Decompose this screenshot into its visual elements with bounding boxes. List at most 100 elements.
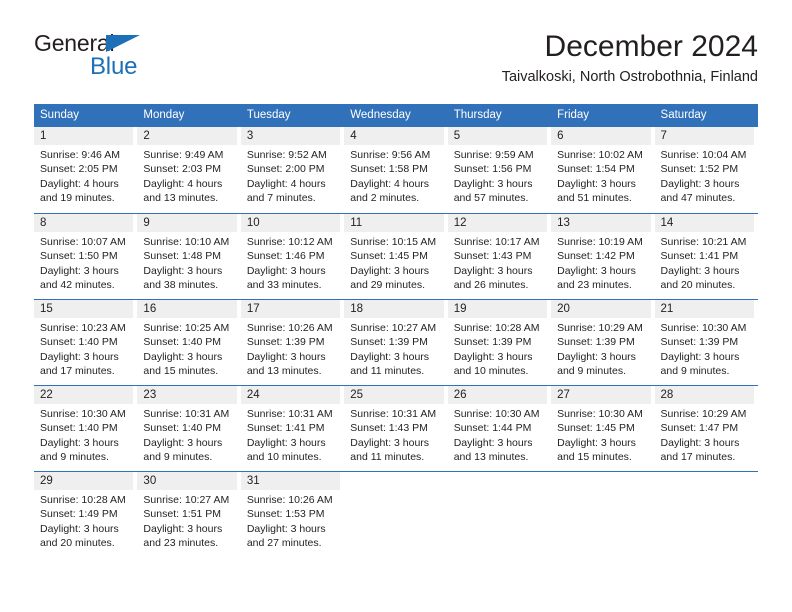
daylight-text-line2: and 51 minutes.: [557, 192, 632, 205]
day-cell[interactable]: 18 Sunrise: 10:27 AM Sunset: 1:39 PM Daylig…: [344, 300, 447, 385]
page-title: December 2024: [544, 30, 758, 63]
sunset-text: Sunset: 1:51 PM: [143, 508, 222, 521]
day-number: [448, 472, 547, 490]
day-cell[interactable]: 13 Sunrise: 10:19 AM Sunset: 1:42 PM Daylig…: [551, 214, 654, 299]
sunset-text: Sunset: 1:52 PM: [660, 163, 739, 176]
daylight-text-line1: Daylight: 3 hours: [40, 522, 119, 535]
day-cell[interactable]: 1 Sunrise: 9:46 AM Sunset: 2:05 PM Daylight…: [34, 127, 137, 213]
day-number: 7: [654, 127, 754, 145]
weekday-header-thursday: Thursday: [453, 109, 502, 121]
day-number: 13: [551, 214, 651, 232]
day-number: 8: [34, 214, 134, 232]
daylight-text-line2: and 9 minutes.: [660, 365, 730, 378]
daylight-text-line2: and 13 minutes.: [246, 365, 322, 378]
sunrise-text: Sunrise: 10:17 AM: [453, 236, 540, 248]
day-number: [344, 472, 443, 490]
sunset-text: Sunset: 1:49 PM: [40, 508, 118, 521]
day-cell[interactable]: 11 Sunrise: 10:15 AM Sunset: 1:45 PM Daylig…: [344, 214, 447, 299]
sunset-text: Sunset: 1:56 PM: [453, 163, 532, 176]
daylight-text-line2: and 7 minutes.: [246, 192, 316, 205]
day-cell[interactable]: 4 Sunrise: 9:56 AM Sunset: 1:58 PM Daylight…: [344, 127, 447, 213]
daylight-text-line2: and 17 minutes.: [660, 451, 736, 464]
daylight-text-line2: and 11 minutes.: [350, 365, 425, 378]
day-cell[interactable]: 14 Sunrise: 10:21 AM Sunset: 1:41 PM Daylig…: [654, 214, 758, 299]
day-cell[interactable]: 28 Sunrise: 10:29 AM Sunset: 1:47 PM Daylig…: [654, 386, 758, 471]
day-cell[interactable]: 21 Sunrise: 10:30 AM Sunset: 1:39 PM Daylig…: [654, 300, 758, 385]
day-cell[interactable]: 12 Sunrise: 10:17 AM Sunset: 1:43 PM Daylig…: [447, 214, 551, 299]
sunset-text: Sunset: 1:45 PM: [350, 250, 428, 263]
day-cell[interactable]: 6 Sunrise: 10:02 AM Sunset: 1:54 PM Dayligh…: [551, 127, 654, 213]
daylight-text-line1: Daylight: 4 hours: [350, 177, 430, 190]
daylight-text-line1: Daylight: 4 hours: [40, 177, 119, 190]
day-number: 16: [137, 300, 237, 318]
day-cell[interactable]: 22 Sunrise: 10:30 AM Sunset: 1:40 PM Daylig…: [34, 386, 137, 471]
day-number: 27: [551, 386, 651, 404]
sunset-text: Sunset: 1:50 PM: [40, 250, 118, 263]
daylight-text-line1: Daylight: 3 hours: [453, 177, 533, 190]
daylight-text-line2: and 27 minutes.: [246, 537, 322, 550]
day-cell[interactable]: 17 Sunrise: 10:26 AM Sunset: 1:39 PM Daylig…: [240, 300, 344, 385]
day-cell[interactable]: 25 Sunrise: 10:31 AM Sunset: 1:43 PM Daylig…: [344, 386, 447, 471]
sunrise-text: Sunrise: 10:23 AM: [40, 322, 126, 334]
sunset-text: Sunset: 1:54 PM: [557, 163, 635, 176]
day-cell[interactable]: 10 Sunrise: 10:12 AM Sunset: 1:46 PM Daylig…: [240, 214, 344, 299]
day-cell-empty: [448, 472, 551, 557]
daylight-text-line2: and 57 minutes.: [453, 192, 529, 205]
day-number: [551, 472, 650, 490]
day-cell[interactable]: 29 Sunrise: 10:28 AM Sunset: 1:49 PM Daylig…: [34, 472, 137, 557]
sunrise-text: Sunrise: 10:19 AM: [557, 236, 643, 248]
page-subtitle: Taivalkoski, North Ostrobothnia, Finland: [501, 69, 758, 85]
day-cell[interactable]: 23 Sunrise: 10:31 AM Sunset: 1:40 PM Daylig…: [137, 386, 240, 471]
day-number: 30: [137, 472, 237, 490]
sunset-text: Sunset: 1:45 PM: [557, 422, 635, 435]
sunrise-text: Sunrise: 10:30 AM: [453, 408, 540, 420]
sunrise-text: Sunrise: 10:31 AM: [246, 408, 333, 420]
daylight-text-line1: Daylight: 3 hours: [453, 264, 533, 277]
day-cell[interactable]: 16 Sunrise: 10:25 AM Sunset: 1:40 PM Daylig…: [137, 300, 240, 385]
day-number: 19: [447, 300, 548, 318]
day-cell[interactable]: 20 Sunrise: 10:29 AM Sunset: 1:39 PM Daylig…: [551, 300, 654, 385]
sunrise-text: Sunrise: 10:30 AM: [40, 408, 126, 420]
day-cell[interactable]: 3 Sunrise: 9:52 AM Sunset: 2:00 PM Daylight…: [240, 127, 344, 213]
day-cell[interactable]: 8 Sunrise: 10:07 AM Sunset: 1:50 PM Dayligh…: [34, 214, 137, 299]
sunset-text: Sunset: 2:00 PM: [246, 163, 325, 176]
daylight-text-line2: and 10 minutes.: [246, 451, 322, 464]
day-cell[interactable]: 26 Sunrise: 10:30 AM Sunset: 1:44 PM Daylig…: [447, 386, 551, 471]
daylight-text-line1: Daylight: 3 hours: [246, 264, 326, 277]
daylight-text-line1: Daylight: 3 hours: [557, 264, 636, 277]
daylight-text-line1: Daylight: 3 hours: [557, 350, 636, 363]
day-cell[interactable]: 2 Sunrise: 9:49 AM Sunset: 2:03 PM Daylight…: [137, 127, 240, 213]
daylight-text-line2: and 9 minutes.: [143, 451, 213, 464]
day-cell[interactable]: 7 Sunrise: 10:04 AM Sunset: 1:52 PM Dayligh…: [654, 127, 758, 213]
day-cell[interactable]: 19 Sunrise: 10:28 AM Sunset: 1:39 PM Daylig…: [447, 300, 551, 385]
sunset-text: Sunset: 1:47 PM: [660, 422, 739, 435]
sunset-text: Sunset: 1:41 PM: [246, 422, 325, 435]
sunrise-text: Sunrise: 10:07 AM: [40, 236, 126, 248]
day-cell[interactable]: 24 Sunrise: 10:31 AM Sunset: 1:41 PM Daylig…: [240, 386, 344, 471]
day-cell[interactable]: 9 Sunrise: 10:10 AM Sunset: 1:48 PM Dayligh…: [137, 214, 240, 299]
day-cell[interactable]: 31 Sunrise: 10:26 AM Sunset: 1:53 PM Daylig…: [240, 472, 344, 557]
sunrise-text: Sunrise: 10:28 AM: [40, 494, 126, 506]
day-cell[interactable]: 30 Sunrise: 10:27 AM Sunset: 1:51 PM Daylig…: [137, 472, 240, 557]
day-number: 14: [654, 214, 754, 232]
daylight-text-line1: Daylight: 3 hours: [246, 350, 326, 363]
day-cell[interactable]: 27 Sunrise: 10:30 AM Sunset: 1:45 PM Daylig…: [551, 386, 654, 471]
day-cell[interactable]: 5 Sunrise: 9:59 AM Sunset: 1:56 PM Daylight…: [447, 127, 551, 213]
sunset-text: Sunset: 1:46 PM: [246, 250, 325, 263]
sunrise-text: Sunrise: 9:59 AM: [453, 149, 534, 161]
week-row: 1 Sunrise: 9:46 AM Sunset: 2:05 PM Daylight…: [34, 127, 758, 213]
sunrise-text: Sunrise: 10:28 AM: [453, 322, 540, 334]
general-blue-logo[interactable]: General Blue: [34, 30, 254, 88]
weekday-header-saturday: Saturday: [660, 109, 707, 121]
day-cell[interactable]: 15 Sunrise: 10:23 AM Sunset: 1:40 PM Daylig…: [34, 300, 137, 385]
day-number: 10: [240, 214, 341, 232]
sunset-text: Sunset: 1:39 PM: [246, 336, 325, 349]
sunset-text: Sunset: 1:39 PM: [453, 336, 532, 349]
daylight-text-line1: Daylight: 3 hours: [143, 264, 223, 277]
day-number: 11: [344, 214, 444, 232]
sunrise-text: Sunrise: 9:56 AM: [350, 149, 431, 161]
sunset-text: Sunset: 1:48 PM: [143, 250, 222, 263]
daylight-text-line1: Daylight: 3 hours: [40, 350, 119, 363]
daylight-text-line1: Daylight: 3 hours: [40, 264, 119, 277]
triangle-icon: [106, 35, 140, 52]
